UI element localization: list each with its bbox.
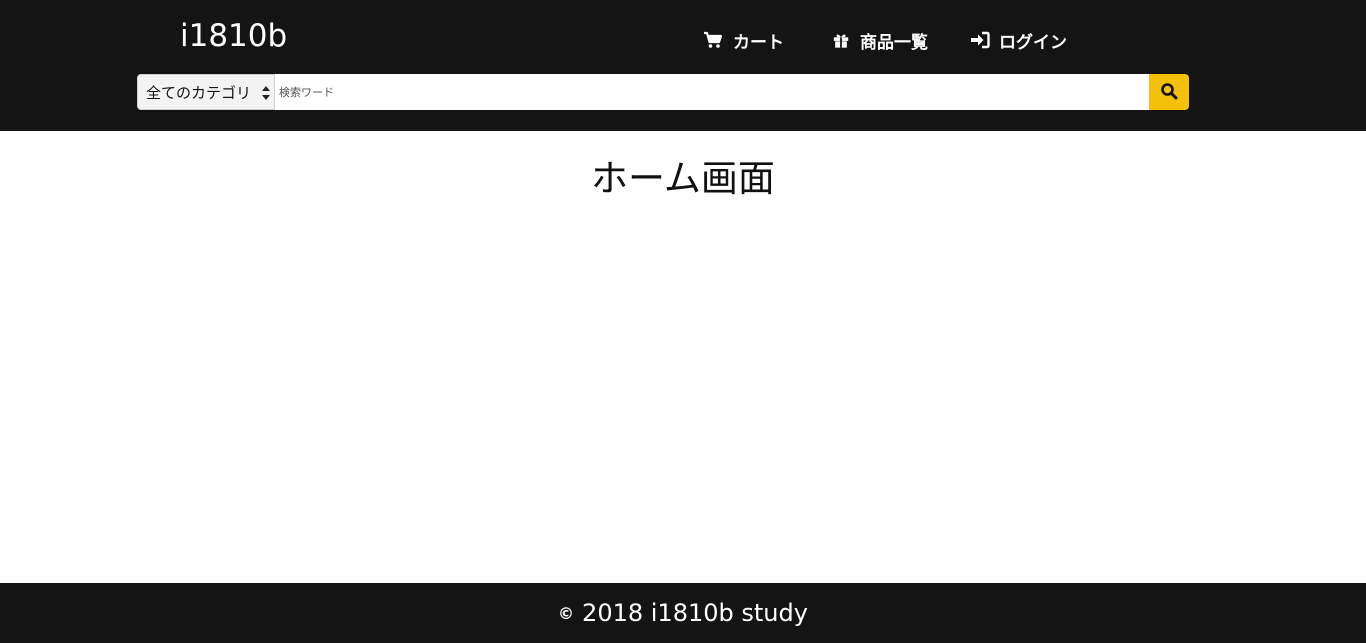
nav-login-label: ログイン bbox=[999, 32, 1067, 53]
site-header: i1810b カート 商品一覧 ログイン 全てのカテゴリ 検索ワード bbox=[0, 0, 1366, 131]
nav-cart-link[interactable]: カート bbox=[703, 26, 784, 54]
page-title: ホーム画面 bbox=[591, 157, 775, 200]
site-footer: © 2018 i1810b study bbox=[0, 583, 1366, 643]
footer-copyright: © 2018 i1810b study bbox=[558, 599, 808, 627]
nav-products-label: 商品一覧 bbox=[860, 32, 928, 53]
sign-in-icon bbox=[970, 30, 990, 50]
search-button[interactable] bbox=[1149, 74, 1189, 110]
copyright-icon: © bbox=[558, 603, 575, 623]
search-input[interactable] bbox=[275, 74, 1149, 110]
search-bar: 全てのカテゴリ bbox=[137, 74, 1189, 110]
gift-icon bbox=[832, 30, 850, 50]
nav-cart-label: カート bbox=[733, 32, 784, 53]
search-icon bbox=[1160, 82, 1178, 103]
category-select-value: 全てのカテゴリ bbox=[146, 83, 252, 102]
category-select[interactable]: 全てのカテゴリ bbox=[137, 74, 275, 110]
cart-icon bbox=[703, 30, 723, 50]
nav-login-link[interactable]: ログイン bbox=[970, 26, 1067, 54]
nav-products-link[interactable]: 商品一覧 bbox=[832, 26, 928, 54]
brand-logo[interactable]: i1810b bbox=[180, 16, 287, 56]
select-arrows-icon bbox=[262, 84, 270, 102]
footer-copyright-text: 2018 i1810b study bbox=[582, 599, 808, 627]
